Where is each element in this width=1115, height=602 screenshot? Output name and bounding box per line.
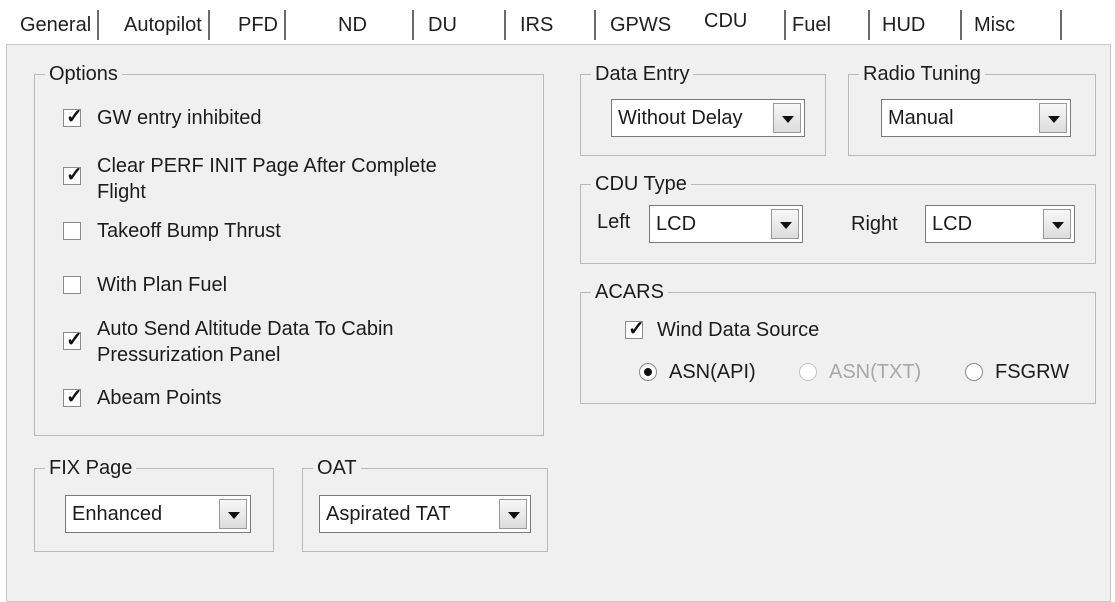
asn-api-radio[interactable] <box>639 363 657 381</box>
tab-misc[interactable]: Misc <box>962 10 1062 40</box>
left-cdu-value: LCD <box>656 213 697 235</box>
fix-page-value: Enhanced <box>72 503 163 525</box>
auto-send-altitude-label-line2: Pressurization Panel <box>97 344 281 366</box>
check-icon: ✓ <box>66 386 83 408</box>
auto-send-altitude-label: Auto Send Altitude Data To Cabin <box>97 318 394 340</box>
left-cdu-label: Left <box>597 211 631 233</box>
right-cdu-select[interactable]: LCD <box>925 205 1075 243</box>
dropdown-button[interactable] <box>773 103 801 133</box>
asn-txt-label: ASN(TXT) <box>829 361 922 383</box>
abeam-points-label: Abeam Points <box>97 387 222 409</box>
data-entry-select[interactable]: Without Delay <box>611 99 805 137</box>
tab-fuel[interactable]: Fuel <box>784 10 870 40</box>
cdu-type-title: CDU Type <box>591 172 691 196</box>
check-icon: ✓ <box>66 329 83 351</box>
fsgrw-radio[interactable] <box>965 363 983 381</box>
oat-select[interactable]: Aspirated TAT <box>319 495 531 533</box>
takeoff-bump-thrust-label: Takeoff Bump Thrust <box>97 220 281 242</box>
clear-perf-init-label: Clear PERF INIT Page After Complete <box>97 155 437 177</box>
fix-page-select[interactable]: Enhanced <box>65 495 251 533</box>
dropdown-button[interactable] <box>219 499 247 529</box>
oat-group: OAT Aspirated TAT <box>302 456 548 552</box>
tab-du[interactable]: DU <box>414 10 506 40</box>
options-title: Options <box>45 62 122 86</box>
abeam-points-checkbox[interactable]: ✓ <box>63 386 83 408</box>
auto-send-altitude-checkbox[interactable]: ✓ <box>63 329 83 351</box>
radio-tuning-select[interactable]: Manual <box>881 99 1071 137</box>
tab-general[interactable]: General <box>14 10 100 40</box>
gw-entry-inhibited-checkbox[interactable]: ✓ <box>63 106 83 128</box>
check-icon: ✓ <box>66 164 83 186</box>
chevron-down-icon <box>1048 116 1060 123</box>
chevron-down-icon <box>780 222 792 229</box>
takeoff-bump-thrust-checkbox[interactable] <box>63 222 81 240</box>
radio-tuning-value: Manual <box>888 107 954 129</box>
asn-txt-radio[interactable] <box>799 363 817 381</box>
fix-page-group: FIX Page Enhanced <box>34 456 274 552</box>
left-cdu-select[interactable]: LCD <box>649 205 803 243</box>
wind-data-source-checkbox[interactable]: ✓ <box>625 318 645 340</box>
data-entry-value: Without Delay <box>618 107 743 129</box>
fsgrw-label: FSGRW <box>995 361 1070 383</box>
radio-tuning-title: Radio Tuning <box>859 62 985 86</box>
with-plan-fuel-checkbox[interactable] <box>63 276 81 294</box>
with-plan-fuel-label: With Plan Fuel <box>97 274 228 296</box>
chevron-down-icon <box>1052 222 1064 229</box>
dropdown-button[interactable] <box>1039 103 1067 133</box>
check-icon: ✓ <box>628 318 645 340</box>
dropdown-button[interactable] <box>1043 209 1071 239</box>
tab-strip: General Autopilot PFD ND DU IRS GPWS CDU… <box>10 0 1090 46</box>
right-cdu-value: LCD <box>932 213 973 235</box>
tab-gpws[interactable]: GPWS <box>596 10 698 40</box>
tab-irs[interactable]: IRS <box>506 10 596 40</box>
tab-hud[interactable]: HUD <box>870 10 962 40</box>
fix-page-title: FIX Page <box>45 456 137 480</box>
oat-title: OAT <box>313 456 361 480</box>
chevron-down-icon <box>508 512 520 519</box>
acars-group: ACARS ✓ Wind Data Source ASN(API) ASN(TX… <box>580 280 1096 404</box>
options-group: Options ✓ GW entry inhibited ✓ Clear PER… <box>34 62 544 436</box>
data-entry-group: Data Entry Without Delay <box>580 62 826 156</box>
clear-perf-init-checkbox[interactable]: ✓ <box>63 164 83 186</box>
tab-pfd[interactable]: PFD <box>232 10 286 40</box>
acars-title: ACARS <box>591 280 668 304</box>
oat-value: Aspirated TAT <box>326 503 451 525</box>
clear-perf-init-label-line2: Flight <box>97 181 146 203</box>
gw-entry-inhibited-label: GW entry inhibited <box>97 107 262 129</box>
chevron-down-icon <box>228 512 240 519</box>
radio-tuning-group: Radio Tuning Manual <box>848 62 1096 156</box>
cdu-type-group: CDU Type Left LCD Right LCD <box>580 172 1096 264</box>
asn-api-label: ASN(API) <box>669 361 756 383</box>
chevron-down-icon <box>782 116 794 123</box>
dropdown-button[interactable] <box>771 209 799 239</box>
right-cdu-label: Right <box>851 213 898 235</box>
check-icon: ✓ <box>66 106 83 128</box>
tab-nd[interactable]: ND <box>322 10 414 40</box>
tab-autopilot[interactable]: Autopilot <box>118 10 210 40</box>
wind-data-source-label: Wind Data Source <box>657 319 820 341</box>
dropdown-button[interactable] <box>499 499 527 529</box>
tab-cdu[interactable]: CDU <box>698 6 784 36</box>
data-entry-title: Data Entry <box>591 62 694 86</box>
